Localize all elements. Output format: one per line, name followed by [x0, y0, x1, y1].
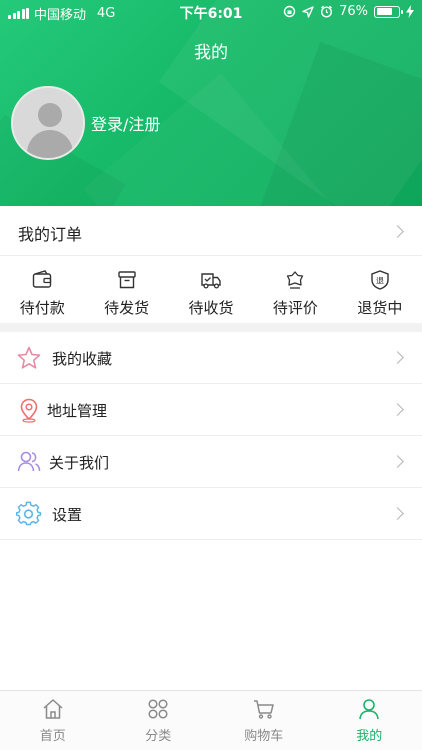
- star-icon: [16, 345, 42, 371]
- home-icon: [43, 699, 63, 719]
- my-orders-label: 我的订单: [18, 225, 83, 244]
- order-status-label: 退货中: [357, 299, 403, 317]
- tab-mine[interactable]: 我的: [317, 691, 422, 750]
- section-divider: [0, 323, 422, 332]
- chevron-right-icon: [391, 507, 404, 520]
- order-status-label: 待收货: [188, 299, 234, 317]
- chevron-right-icon: [391, 455, 404, 468]
- tab-label: 分类: [145, 729, 172, 744]
- return-shield-icon: 退: [371, 270, 389, 290]
- tab-label: 我的: [356, 729, 383, 744]
- menu-item-label: 关于我们: [49, 454, 110, 472]
- menu-item-settings[interactable]: 设置: [0, 488, 422, 540]
- order-status-pending-shipment[interactable]: 待发货: [84, 257, 168, 323]
- wallet-icon: [33, 270, 52, 288]
- box-icon: [117, 271, 136, 289]
- location-pin-icon: [16, 397, 42, 423]
- page-title: 我的: [194, 43, 228, 63]
- truck-icon: [201, 273, 221, 289]
- charging-icon: [406, 5, 414, 18]
- menu-item-label: 我的收藏: [52, 350, 113, 368]
- profile-header: 中国移动 4G 下午6:01 76% 我的 登录/注册: [0, 0, 422, 206]
- user-icon: [359, 699, 380, 720]
- order-status-label: 待付款: [19, 299, 65, 317]
- avatar-placeholder-icon: [38, 103, 62, 127]
- battery-percent: 76%: [339, 4, 368, 19]
- svg-text:退: 退: [376, 277, 384, 286]
- location-arrow-icon: [302, 5, 314, 18]
- order-status-bar: 待付款 待发货 待收货 待评价 退 退货中: [0, 257, 422, 323]
- order-status-pending-receipt[interactable]: 待收货: [169, 257, 253, 323]
- tab-cart[interactable]: 购物车: [211, 691, 317, 750]
- menu-item-about[interactable]: 关于我们: [0, 436, 422, 488]
- my-orders-row[interactable]: 我的订单: [0, 206, 422, 256]
- menu-item-address[interactable]: 地址管理: [0, 384, 422, 436]
- menu-item-label: 地址管理: [47, 402, 108, 420]
- tab-category[interactable]: 分类: [106, 691, 212, 750]
- category-icon: [148, 699, 168, 719]
- chevron-right-icon: [391, 403, 404, 416]
- tab-home[interactable]: 首页: [0, 691, 106, 750]
- cart-icon: [253, 700, 274, 719]
- tab-label: 购物车: [244, 729, 284, 744]
- menu-item-favorites[interactable]: 我的收藏: [0, 332, 422, 384]
- chevron-right-icon: [391, 225, 404, 238]
- users-icon: [16, 449, 42, 475]
- battery-icon: [374, 5, 403, 18]
- order-status-pending-payment[interactable]: 待付款: [0, 257, 84, 323]
- tab-label: 首页: [39, 729, 66, 744]
- order-status-pending-review[interactable]: 待评价: [253, 257, 337, 323]
- rotation-lock-icon: [283, 5, 296, 18]
- order-status-label: 待评价: [272, 299, 318, 317]
- status-bar: 中国移动 4G 下午6:01 76%: [0, 0, 422, 24]
- menu-item-label: 设置: [52, 506, 83, 524]
- bottom-tab-bar: 首页 分类 购物车 我的: [0, 690, 422, 750]
- settings-menu: 我的收藏 地址管理 关于我们 设置: [0, 332, 422, 540]
- order-status-returning[interactable]: 退 退货中: [338, 257, 422, 323]
- avatar[interactable]: [11, 86, 85, 160]
- chevron-right-icon: [391, 351, 404, 364]
- review-icon: [287, 271, 304, 289]
- alarm-icon: [321, 5, 333, 18]
- gear-icon: [15, 501, 42, 527]
- login-register-link[interactable]: 登录/注册: [91, 111, 160, 135]
- order-status-label: 待发货: [104, 299, 150, 317]
